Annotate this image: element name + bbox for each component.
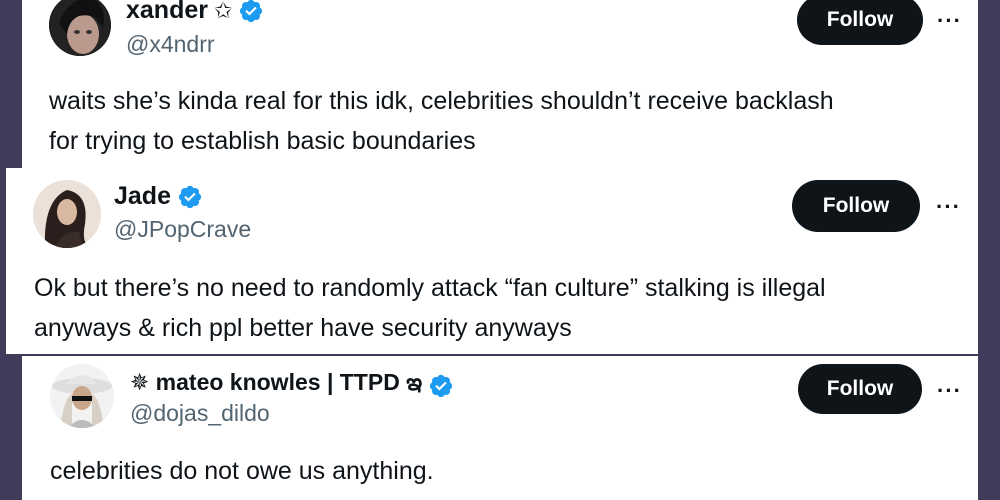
tweet-card-xander: xander ✩ @x4ndrr Follow ··· waits she’s … bbox=[22, 0, 978, 168]
handle[interactable]: @JPopCrave bbox=[114, 216, 251, 243]
tweet-text-line: for trying to establish basic boundaries bbox=[49, 127, 476, 155]
follow-button[interactable]: Follow bbox=[798, 364, 922, 414]
tweet-text: Ok but there’s no need to randomly attac… bbox=[34, 268, 826, 348]
display-name-row[interactable]: ✵ mateo knowles | TTPD ఇ bbox=[130, 369, 454, 402]
display-name: ✵ mateo knowles | TTPD ఇ bbox=[130, 369, 423, 395]
more-options-icon[interactable]: ··· bbox=[937, 380, 962, 402]
tweet-text-line: celebrities do not owe us anything. bbox=[50, 457, 434, 485]
avatar[interactable] bbox=[49, 0, 111, 56]
display-name-row[interactable]: Jade bbox=[114, 182, 203, 211]
handle[interactable]: @dojas_dildo bbox=[130, 400, 270, 427]
tweet-card-mateo: ✵ mateo knowles | TTPD ఇ @dojas_dildo Fo… bbox=[22, 356, 978, 500]
avatar[interactable] bbox=[33, 180, 101, 248]
avatar-image bbox=[50, 364, 114, 428]
handle[interactable]: @x4ndrr bbox=[126, 31, 215, 58]
star-icon: ✩ bbox=[213, 0, 233, 23]
verified-badge-icon bbox=[178, 185, 202, 208]
tweet-text-line: waits she’s kinda real for this idk, cel… bbox=[49, 87, 834, 115]
tweet-text-line: anyways & rich ppl better have security … bbox=[34, 314, 572, 342]
tweet-text-line: Ok but there’s no need to randomly attac… bbox=[34, 274, 826, 302]
tweet-text: celebrities do not owe us anything. bbox=[50, 451, 434, 491]
verified-badge-icon bbox=[240, 0, 263, 22]
more-options-icon[interactable]: ··· bbox=[937, 10, 962, 32]
avatar[interactable] bbox=[50, 364, 114, 428]
more-options-icon[interactable]: ··· bbox=[936, 196, 961, 218]
follow-button[interactable]: Follow bbox=[797, 0, 923, 45]
follow-button[interactable]: Follow bbox=[792, 180, 920, 232]
display-name: xander bbox=[126, 0, 208, 24]
tweet-card-jade: Jade @JPopCrave Follow ··· Ok but there’… bbox=[6, 168, 978, 354]
display-name: Jade bbox=[114, 182, 171, 210]
display-name-row[interactable]: xander ✩ bbox=[126, 0, 264, 25]
avatar-image bbox=[33, 180, 101, 248]
avatar-image bbox=[49, 0, 111, 56]
tweet-text: waits she’s kinda real for this idk, cel… bbox=[49, 81, 834, 161]
verified-badge-icon bbox=[429, 374, 453, 397]
